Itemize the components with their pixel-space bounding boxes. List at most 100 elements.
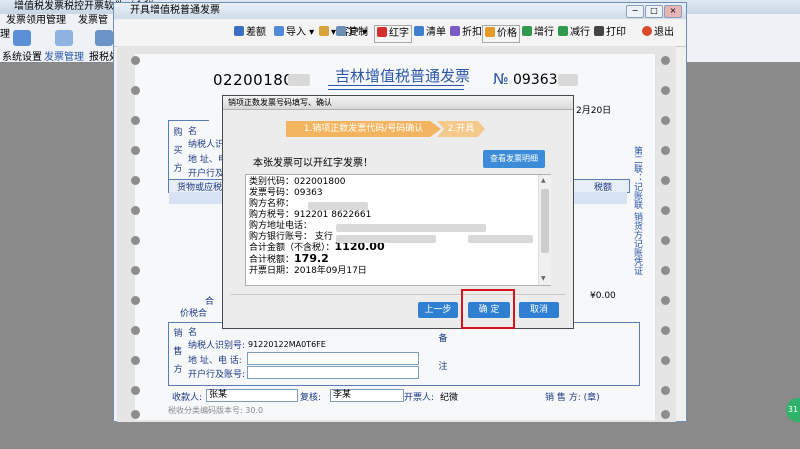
seller-name-label: 名 [188,328,198,338]
confirm-dialog: 销项正数发票号码填写、确认 1.销项正数发票代码/号码确认 2.开具 本张发票可… [222,95,574,329]
gear-icon [13,30,31,46]
remove-row-icon [558,26,568,36]
tool-list[interactable]: 清单 [414,25,446,41]
step-1: 1.销项正数发票代码/号码确认 [286,121,441,137]
perforation-hole [131,146,140,155]
tool-exit[interactable]: 退出 [642,25,674,41]
info-invoice-number: 发票号码：09363 [249,187,323,198]
perforation-hole [131,56,140,65]
title-underline [328,85,464,90]
prev-step-button[interactable]: 上一步 [418,302,458,318]
perforation-hole [661,56,670,65]
confirm-highlight-box [461,289,515,329]
tool-import[interactable]: 导入 ▾ [274,25,314,41]
perforation-hole [661,206,670,215]
perforation-hole [661,86,670,95]
issuer-label: 开票人: [404,393,435,403]
discount-icon [450,26,460,36]
print-icon [594,26,604,36]
perforation-hole [131,266,140,275]
window-title: 开具增值税普通发票 [114,3,686,19]
perforation-hole [131,206,140,215]
seller-address-label: 地 址、电 话: [188,356,242,366]
report-icon [95,30,113,46]
seller-tax-id: 91220122MA0T6FE [248,340,326,349]
seller-label: 销 售 方 [173,329,183,375]
perforation-hole [131,356,140,365]
perforation-hole [131,326,140,335]
scroll-thumb[interactable] [541,189,549,253]
copy-icon [336,26,346,36]
perforation-hole [131,410,140,419]
view-detail-button[interactable]: 查看发票明细 [483,150,545,168]
customer-icon [319,26,329,36]
cancel-button[interactable]: 取消 [519,302,559,318]
price-icon [485,27,495,37]
list-icon [414,26,424,36]
info-category-code: 类别代码：022001800 [249,177,346,187]
reviewer-input[interactable]: 李某 [330,389,404,402]
bg-tool-system-settings[interactable]: 系统设置 [2,30,42,63]
tool-difference[interactable]: 差额 [234,25,266,41]
info-tax: 合计税额：179.2 [249,252,329,266]
tool-price[interactable]: 价格 [482,25,520,43]
minimize-button[interactable]: − [626,5,644,18]
perforation-hole [661,326,670,335]
bg-toolbar: 系统设置 发票管理 报税处 [0,28,120,63]
dialog-message: 本张发票可以开红字发票！ [253,158,373,169]
scroll-down-icon[interactable]: ▼ [541,275,546,282]
exit-icon [642,26,652,36]
redacted-area [336,224,486,232]
invoice-title: 吉林增值税普通发票 [335,67,471,85]
reviewer-label: 复核: [300,393,322,403]
seller-bank-select[interactable] [247,366,419,379]
payee-input[interactable]: 张某 [206,389,298,402]
redacted-area [288,74,310,86]
red-invoice-icon [377,27,387,37]
redacted-area [468,235,533,243]
close-button[interactable]: × [664,5,682,18]
total-incl-tax-label: 价税合 [180,309,208,319]
perforation-hole [131,236,140,245]
tool-copy[interactable]: 复制 [336,25,368,41]
bg-tool-invoice-manage[interactable]: 发票管理 [44,30,84,63]
tax-value: 179.2 [294,252,329,266]
tool-print[interactable]: 打印 [594,25,626,41]
info-scrollbar[interactable]: ▲ ▼ [538,175,551,285]
menu-invoice-receive[interactable]: 发票领用管理 [0,15,72,26]
maximize-button[interactable]: □ [645,5,663,18]
buyer-name-label: 名 [188,127,198,137]
seller-tax-id-label: 纳税人识别号: [188,341,246,351]
perforation-hole [661,386,670,395]
invoice-toolbar: 差额 导入 ▾ ▾ 客户 ▾ 复制 红字 清单 折扣 价格 增行 减行 打印 退… [114,20,686,47]
seller-address-select[interactable] [247,352,419,365]
perforation-hole [131,176,140,185]
bg-menubar: 发票领用管理 发票管理 [0,14,120,40]
invoice-icon [55,30,73,46]
tool-remove-row[interactable]: 减行 [558,25,590,41]
perforation-hole [661,356,670,365]
add-row-icon [522,26,532,36]
import-icon [274,26,284,36]
redacted-area [308,202,368,210]
perforation-hole [661,236,670,245]
tool-discount[interactable]: 折扣 [450,25,482,41]
perforation-hole [661,266,670,275]
perforation-hole [131,116,140,125]
perforation-hole [661,410,670,419]
perforation-hole [131,86,140,95]
doc-icon [234,26,244,36]
tool-red-invoice[interactable]: 红字 [374,25,412,43]
invoice-number: 09363 [513,72,558,88]
tax-code-version: 税收分类编码版本号: 30.0 [168,406,264,415]
tool-add-row[interactable]: 增行 [522,25,554,41]
invoice-info-box: 类别代码：022001800 发票号码：09363 购方名称： 购方税号：912… [245,174,551,286]
dialog-title: 销项正数发票号码填写、确认 [223,96,573,110]
scroll-up-icon[interactable]: ▲ [541,177,546,184]
seller-bank-label: 开户行及账号: [188,370,246,380]
perforation-hole [661,176,670,185]
info-buyer-tax-id: 购方税号：912201 8622661 [249,209,372,220]
redacted-area [336,235,436,243]
redacted-area [558,74,578,86]
invoice-number-label: № [493,70,509,88]
